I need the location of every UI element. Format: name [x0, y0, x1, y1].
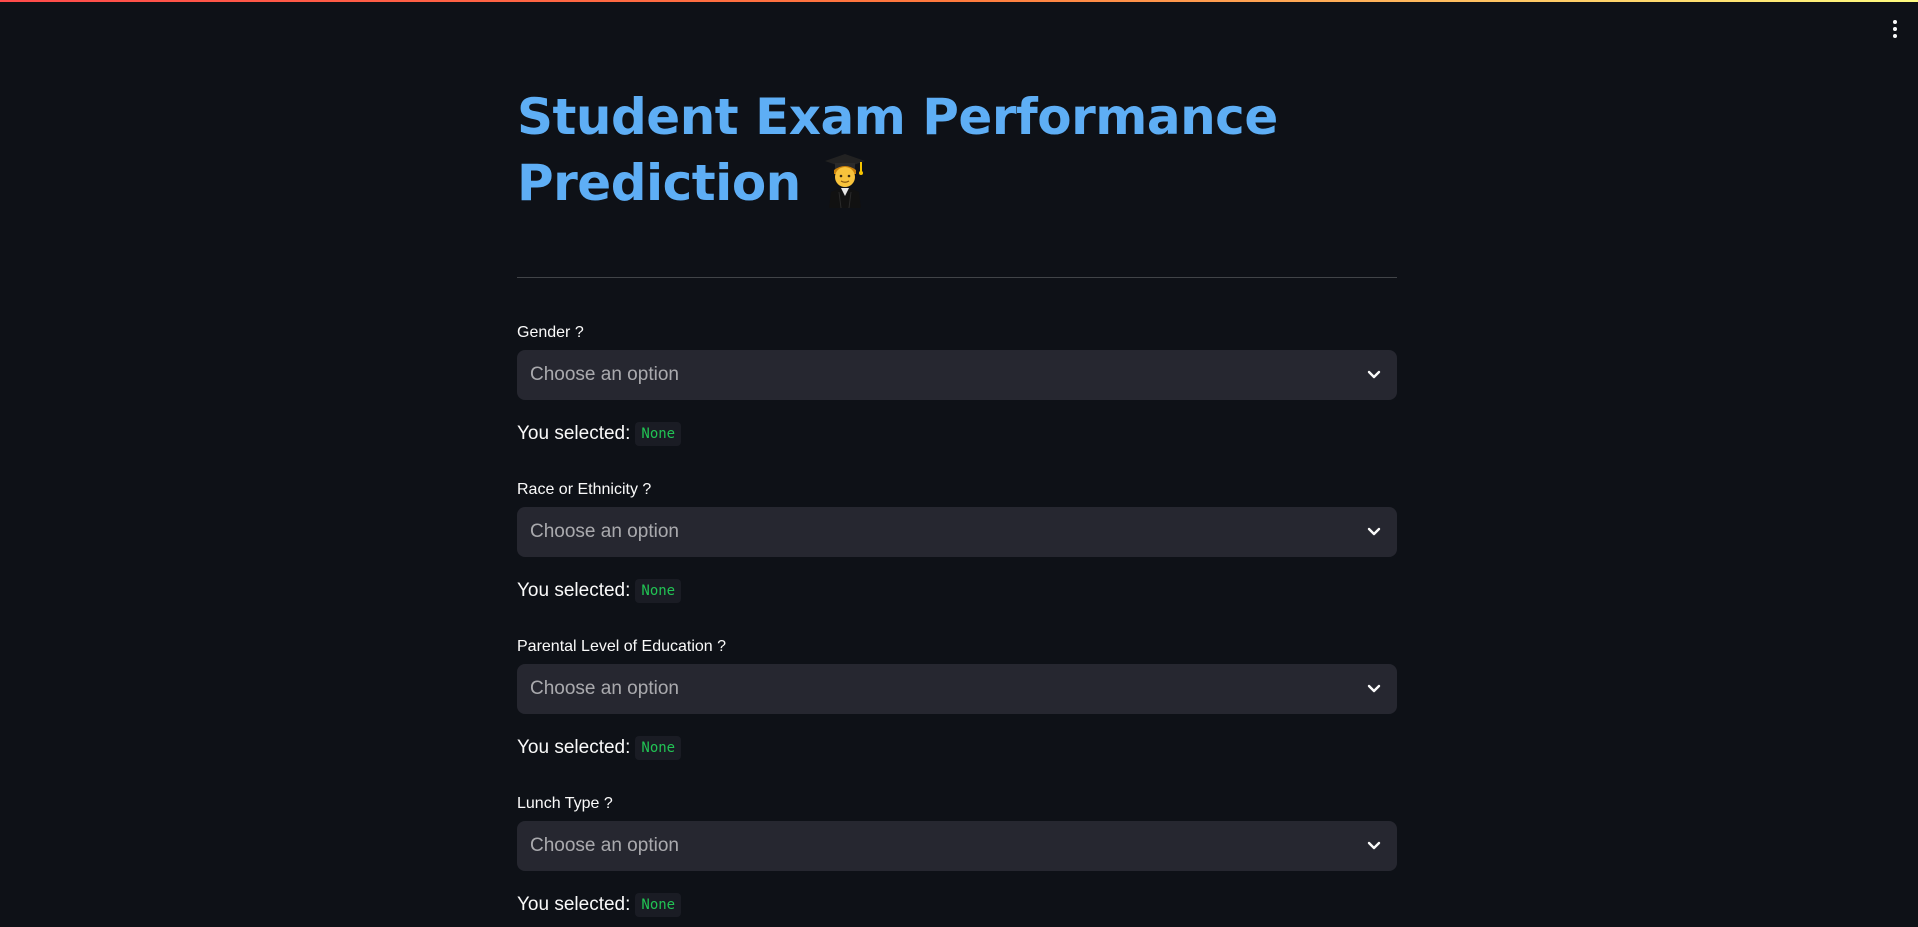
lunch-type-selected-line: You selected: None — [517, 892, 682, 918]
vertical-dots-icon — [1893, 20, 1897, 24]
graduate-emoji-icon — [821, 152, 869, 224]
gender-field: Gender ? Choose an option You selected: … — [517, 322, 1397, 446]
lunch-type-field: Lunch Type ? Choose an option You select… — [517, 793, 1397, 917]
page-title-line-2: Prediction — [517, 150, 1397, 224]
menu-dot — [1893, 34, 1897, 38]
gender-selected-line: You selected: None — [517, 421, 682, 447]
chevron-down-icon — [1365, 837, 1383, 855]
parental-education-field: Parental Level of Education ? Choose an … — [517, 636, 1397, 760]
chevron-down-icon — [1365, 366, 1383, 384]
gender-selected-prefix: You selected: — [517, 423, 631, 444]
race-ethnicity-selected-line: You selected: None — [517, 578, 682, 604]
parental-education-selected-prefix: You selected: — [517, 737, 631, 758]
parental-education-select[interactable]: Choose an option — [517, 664, 1397, 714]
main-menu-button[interactable] — [1884, 14, 1906, 44]
top-decoration-bar — [0, 0, 1918, 2]
lunch-type-select[interactable]: Choose an option — [517, 821, 1397, 871]
gender-select-placeholder: Choose an option — [530, 364, 679, 385]
lunch-type-selected-prefix: You selected: — [517, 894, 631, 915]
lunch-type-select-placeholder: Choose an option — [530, 835, 679, 856]
gender-selected-value: None — [635, 422, 682, 446]
parental-education-select-placeholder: Choose an option — [530, 678, 679, 699]
page-title-line-2-text: Prediction — [517, 154, 801, 212]
parental-education-label: Parental Level of Education ? — [517, 638, 727, 655]
race-ethnicity-field: Race or Ethnicity ? Choose an option You… — [517, 479, 1397, 603]
page-title: Student Exam Performance Prediction — [517, 84, 1397, 224]
race-ethnicity-selected-value: None — [635, 579, 682, 603]
chevron-down-icon — [1365, 680, 1383, 698]
chevron-down-icon — [1365, 523, 1383, 541]
lunch-type-label: Lunch Type ? — [517, 795, 613, 812]
section-divider — [517, 277, 1397, 278]
parental-education-selected-line: You selected: None — [517, 735, 682, 761]
gender-select[interactable]: Choose an option — [517, 350, 1397, 400]
race-ethnicity-label: Race or Ethnicity ? — [517, 481, 652, 498]
page-title-line-1: Student Exam Performance — [517, 88, 1278, 146]
gender-label: Gender ? — [517, 324, 584, 341]
race-ethnicity-select-placeholder: Choose an option — [530, 521, 679, 542]
lunch-type-selected-value: None — [635, 893, 682, 917]
parental-education-selected-value: None — [635, 736, 682, 760]
race-ethnicity-selected-prefix: You selected: — [517, 580, 631, 601]
menu-dot — [1893, 27, 1897, 31]
race-ethnicity-select[interactable]: Choose an option — [517, 507, 1397, 557]
